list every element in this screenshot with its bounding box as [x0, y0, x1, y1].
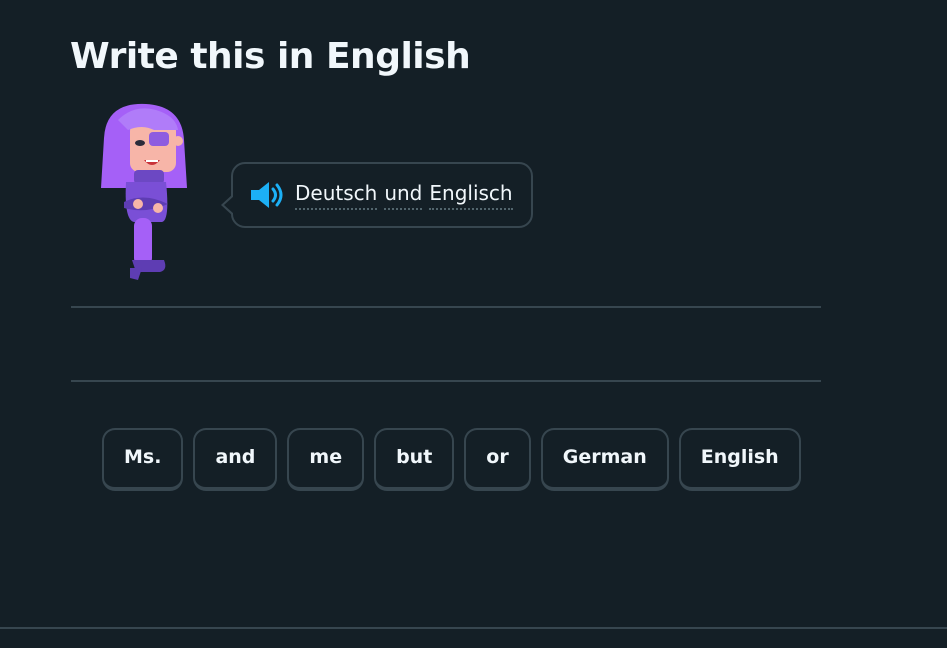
- speech-bubble-tail: [221, 194, 234, 216]
- footer-divider: [0, 627, 947, 629]
- prompt-word[interactable]: Deutsch: [295, 180, 378, 210]
- prompt-sentence: Deutsch und Englisch: [295, 180, 513, 210]
- speaker-icon[interactable]: [249, 180, 285, 210]
- word-chip-or[interactable]: or: [464, 428, 531, 491]
- word-chip-but[interactable]: but: [374, 428, 455, 491]
- page-title: Write this in English: [70, 36, 471, 77]
- answer-drop-area[interactable]: [71, 306, 821, 382]
- answer-line-bottom: [71, 380, 821, 382]
- word-chip-ms[interactable]: Ms.: [102, 428, 184, 491]
- character-illustration: [94, 100, 194, 285]
- word-chip-me[interactable]: me: [287, 428, 365, 491]
- prompt-speech-bubble: Deutsch und Englisch: [221, 162, 533, 228]
- prompt-word[interactable]: und: [384, 180, 423, 210]
- word-bank: Ms. and me but or German English: [102, 428, 801, 491]
- answer-line-top: [71, 306, 821, 308]
- prompt-word[interactable]: Englisch: [429, 180, 513, 210]
- word-chip-and[interactable]: and: [193, 428, 278, 491]
- word-chip-german[interactable]: German: [540, 428, 669, 491]
- word-chip-english[interactable]: English: [678, 428, 801, 491]
